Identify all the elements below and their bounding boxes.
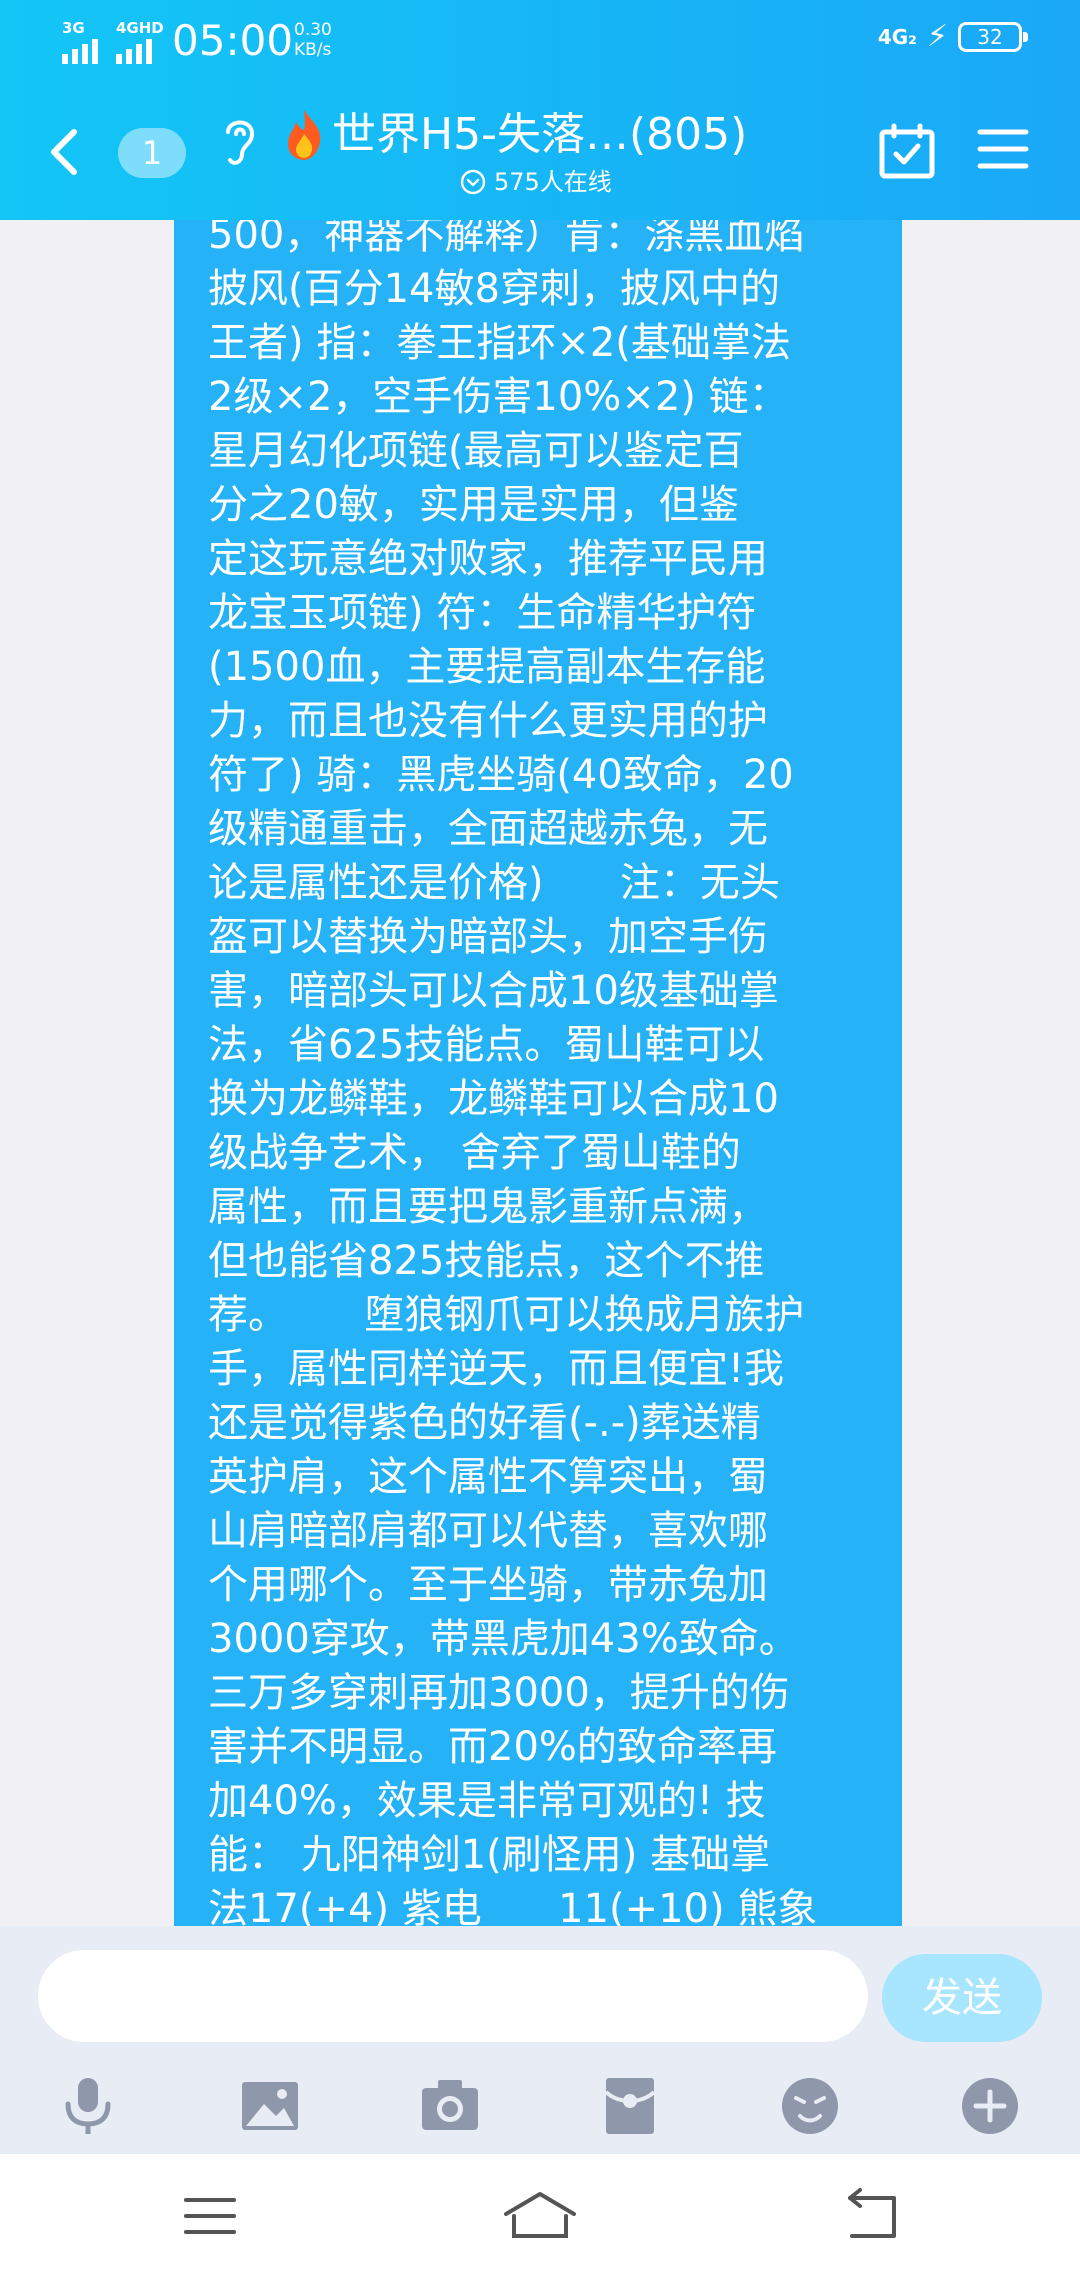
back-arrow-icon[interactable]: [40, 118, 90, 186]
network-4g-label: 4G₂: [877, 25, 917, 49]
system-nav-bar: [0, 2154, 1080, 2280]
battery-level: 32: [977, 25, 1003, 49]
menu-icon[interactable]: [976, 124, 1030, 174]
network-type-3g: 3G: [62, 19, 85, 37]
signal-3g-icon: 3G: [62, 20, 98, 64]
recent-apps-icon[interactable]: [170, 2186, 250, 2246]
chat-header: 3G 4GHD 05:00 0.30 KB/s 4G₂ ⚡ 32 1 世界H5-…: [0, 0, 1080, 220]
back-nav-icon[interactable]: [830, 2186, 910, 2246]
message-input[interactable]: [38, 1950, 868, 2042]
online-count: 575人在线: [494, 168, 612, 196]
chat-title-text: 世界H5-失落…(805): [332, 109, 748, 160]
fire-icon: [288, 110, 321, 160]
charging-icon: ⚡: [926, 19, 948, 54]
calendar-check-icon[interactable]: [878, 122, 936, 180]
ear-icon[interactable]: [218, 112, 262, 172]
status-bar: 3G 4GHD 05:00 0.30 KB/s 4G₂ ⚡ 32: [0, 0, 1080, 80]
network-type-4g: 4GHD: [116, 19, 164, 37]
signal-4g-icon: 4GHD: [116, 20, 164, 64]
microphone-icon[interactable]: [56, 2074, 120, 2138]
clock: 05:00: [172, 16, 294, 65]
message-text: 500，神器不解释）肯：涤黑血焰 披风(百分14敏8穿刺，披风中的 王者) 指：…: [208, 220, 818, 1926]
emoji-icon[interactable]: [778, 2074, 842, 2138]
camera-icon[interactable]: [418, 2074, 482, 2138]
message-bubble[interactable]: 500，神器不解释）肯：涤黑血焰 披风(百分14敏8穿刺，披风中的 王者) 指：…: [174, 220, 902, 1926]
unread-count-badge[interactable]: 1: [118, 128, 186, 178]
input-bar: 发送: [0, 1926, 1080, 2154]
chevron-down-circle-icon: [460, 169, 486, 195]
send-button[interactable]: 发送: [882, 1954, 1042, 2042]
chat-area[interactable]: 500，神器不解释）肯：涤黑血焰 披风(百分14敏8穿刺，披风中的 王者) 指：…: [0, 220, 1080, 1926]
speed-value: 0.30: [294, 20, 332, 40]
plus-icon[interactable]: [958, 2074, 1022, 2138]
home-icon[interactable]: [500, 2186, 580, 2246]
image-icon[interactable]: [238, 2074, 302, 2138]
online-status: 575人在线: [460, 164, 612, 200]
status-right: 4G₂ ⚡ 32: [877, 19, 1028, 54]
speed-unit: KB/s: [294, 40, 332, 60]
chat-title[interactable]: 世界H5-失落…(805): [282, 104, 782, 166]
network-speed: 0.30 KB/s: [294, 20, 332, 60]
red-packet-icon[interactable]: [598, 2074, 662, 2138]
battery-icon: 32: [958, 22, 1028, 52]
